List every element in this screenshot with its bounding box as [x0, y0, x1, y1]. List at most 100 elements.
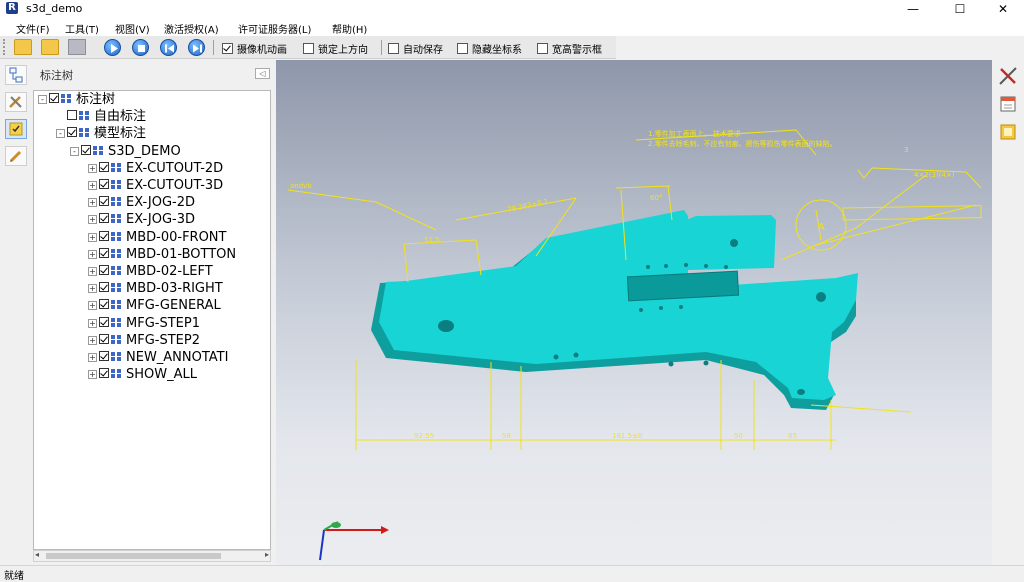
node-checkbox[interactable]: [99, 230, 109, 241]
measure-tool-icon[interactable]: [998, 66, 1018, 86]
minimize-button[interactable]: —: [890, 0, 936, 18]
expand-icon[interactable]: +: [88, 284, 97, 294]
collapse-icon[interactable]: -: [70, 146, 79, 156]
node-checkbox[interactable]: [99, 179, 109, 189]
scroll-right-icon[interactable]: ▸: [265, 550, 269, 559]
node-checkbox[interactable]: [99, 196, 109, 207]
tree-node[interactable]: + MBD-02-LEFT: [88, 263, 213, 280]
expand-icon[interactable]: +: [88, 318, 97, 328]
edit-tab[interactable]: [5, 146, 27, 166]
open-folder-icon[interactable]: [41, 39, 59, 55]
autosave-toggle[interactable]: 自动保存: [388, 41, 443, 56]
model-drawing: 1.零件加工表面上， 技术要求 2.零件去除毛刺、不应有划痕、擦伤等损伤零件表面…: [287, 129, 982, 561]
checkbox-icon[interactable]: [222, 43, 233, 54]
annotation-tree-tab[interactable]: [5, 119, 27, 139]
tools-tab[interactable]: [5, 92, 27, 112]
menu-view[interactable]: 视图(V): [115, 21, 150, 36]
menu-file[interactable]: 文件(F): [16, 21, 50, 36]
checkbox-icon[interactable]: [457, 43, 468, 54]
menu-tools[interactable]: 工具(T): [65, 21, 99, 36]
skip-back-icon[interactable]: [160, 39, 177, 56]
expand-icon[interactable]: +: [88, 232, 97, 242]
scrollbar-thumb[interactable]: [46, 553, 221, 559]
tree-node[interactable]: + MFG-STEP1: [88, 315, 200, 332]
node-checkbox[interactable]: [99, 265, 109, 275]
lock-up-direction-toggle[interactable]: 锁定上方向: [303, 41, 368, 56]
node-checkbox[interactable]: [99, 299, 109, 310]
node-checkbox[interactable]: [49, 93, 59, 103]
tree-node[interactable]: 自由标注: [56, 108, 146, 125]
expand-icon[interactable]: +: [88, 198, 97, 208]
node-checkbox[interactable]: [99, 161, 109, 172]
tree-node[interactable]: + MFG-GENERAL: [88, 297, 221, 314]
tree-node[interactable]: + EX-CUTOUT-2D: [88, 160, 223, 177]
maximize-button[interactable]: ☐: [937, 0, 983, 18]
tree-node-label: MFG-GENERAL: [126, 298, 221, 314]
checkbox-icon[interactable]: [303, 43, 314, 54]
toolbar-separator: [213, 40, 214, 55]
expand-icon[interactable]: +: [88, 370, 97, 380]
expand-icon[interactable]: +: [88, 353, 97, 362]
collapse-icon[interactable]: -: [38, 95, 47, 104]
tree-node[interactable]: + EX-CUTOUT-3D: [88, 177, 223, 194]
collapse-panel-button[interactable]: ◁: [255, 68, 270, 79]
tree-node-label: MBD-03-RIGHT: [126, 281, 223, 297]
tree-node[interactable]: + MBD-01-BOTTON: [88, 246, 236, 263]
tree-node[interactable]: + MFG-STEP2: [88, 332, 200, 349]
app-icon: R: [6, 2, 18, 14]
expand-icon[interactable]: +: [88, 249, 97, 259]
3d-viewport[interactable]: 1.零件加工表面上， 技术要求 2.零件去除毛刺、不应有划痕、擦伤等损伤零件表面…: [276, 60, 992, 565]
tree-node[interactable]: + SHOW_ALL: [88, 366, 197, 383]
annotation-set-icon: [111, 300, 122, 310]
node-checkbox[interactable]: [67, 127, 77, 138]
open-file-icon[interactable]: [14, 39, 32, 55]
tree-node[interactable]: + MBD-03-RIGHT: [88, 280, 223, 297]
tools-icon: [9, 96, 22, 108]
tree-node[interactable]: + EX-JOG-2D: [88, 194, 195, 211]
aspect-warning-toggle[interactable]: 宽高警示框: [537, 41, 602, 56]
menu-help[interactable]: 帮助(H): [332, 21, 367, 36]
expand-icon[interactable]: +: [88, 181, 97, 190]
stop-icon[interactable]: [132, 39, 149, 56]
notes-panel-icon[interactable]: [998, 122, 1018, 142]
properties-panel-icon[interactable]: [998, 94, 1018, 114]
menu-activate[interactable]: 激活授权(A): [164, 21, 219, 36]
node-checkbox[interactable]: [99, 247, 109, 258]
node-checkbox[interactable]: [67, 110, 77, 121]
collapse-icon[interactable]: -: [56, 129, 65, 139]
tree-node[interactable]: - S3D_DEMO: [70, 143, 181, 160]
checkbox-icon[interactable]: [537, 43, 548, 54]
menu-license-server[interactable]: 许可证服务器(L): [238, 21, 311, 36]
expand-icon[interactable]: +: [88, 301, 97, 311]
close-button[interactable]: ✕: [980, 0, 1024, 18]
tree-node[interactable]: + EX-JOG-3D: [88, 211, 195, 228]
tree-node-label: 自由标注: [94, 109, 147, 125]
tree-node[interactable]: - 标注树: [38, 91, 115, 108]
save-icon[interactable]: [68, 39, 86, 55]
expand-icon[interactable]: +: [88, 267, 97, 276]
play-icon[interactable]: [104, 39, 121, 56]
node-checkbox[interactable]: [99, 213, 109, 224]
model-tree-tab[interactable]: [5, 65, 27, 85]
expand-icon[interactable]: +: [88, 335, 97, 345]
skip-forward-icon[interactable]: [188, 39, 205, 56]
expand-icon[interactable]: +: [88, 215, 97, 225]
tree-node[interactable]: - 模型标注: [56, 125, 146, 142]
expand-icon[interactable]: +: [88, 163, 97, 173]
tree-node[interactable]: + MBD-00-FRONT: [88, 229, 226, 246]
hide-axes-toggle[interactable]: 隐藏坐标系: [457, 41, 522, 56]
node-checkbox[interactable]: [99, 351, 109, 361]
node-checkbox[interactable]: [99, 316, 109, 327]
tree-node-label: EX-JOG-2D: [126, 195, 195, 211]
tree-node[interactable]: + NEW_ANNOTATI: [88, 349, 228, 366]
horizontal-scrollbar[interactable]: ◂ ▸: [33, 550, 271, 562]
node-checkbox[interactable]: [99, 333, 109, 344]
camera-animation-toggle[interactable]: 摄像机动画: [222, 41, 287, 56]
node-checkbox[interactable]: [99, 368, 109, 379]
node-checkbox[interactable]: [81, 144, 91, 155]
toolbar-grip[interactable]: [3, 39, 8, 55]
node-checkbox[interactable]: [99, 282, 109, 293]
checkbox-icon[interactable]: [388, 43, 399, 54]
part-cutout: [626, 270, 740, 302]
scroll-left-icon[interactable]: ◂: [35, 550, 39, 559]
